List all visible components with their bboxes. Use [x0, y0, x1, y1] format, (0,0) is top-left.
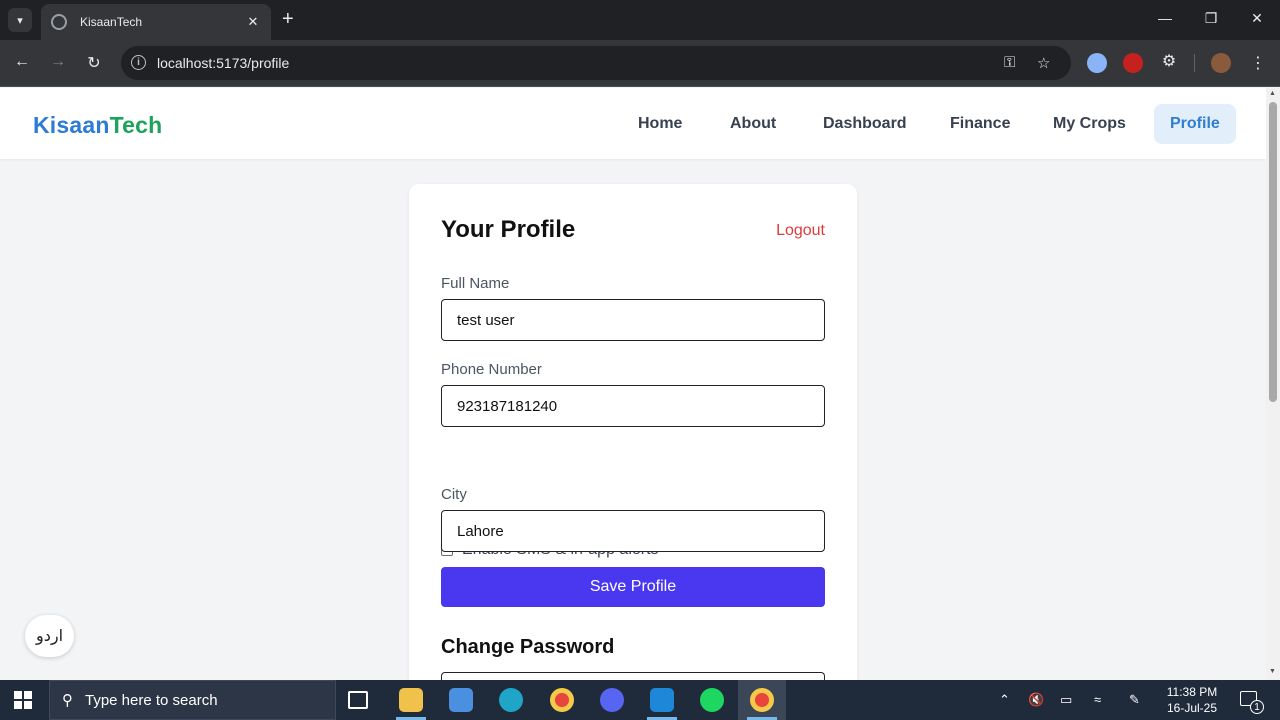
windows-start-icon[interactable]: [14, 691, 32, 709]
clock-time: 11:38 PM: [1166, 685, 1218, 699]
microsoft-store-icon[interactable]: [449, 688, 473, 712]
bookmark-star-icon[interactable]: ☆: [1037, 54, 1050, 72]
pen-icon[interactable]: ✎: [1129, 692, 1140, 708]
change-password-heading: Change Password: [441, 636, 615, 658]
browser-toolbar: ← → ↻ i localhost:5173/profile ⚿ ☆ ⚙ ⋮: [0, 40, 1280, 87]
globe-icon: [51, 14, 67, 30]
nav-my-crops[interactable]: My Crops: [1037, 104, 1142, 144]
tab-search-chevron-icon[interactable]: ▾: [8, 8, 32, 32]
scrollbar-thumb[interactable]: [1269, 102, 1277, 402]
file-explorer-icon[interactable]: [399, 688, 423, 712]
logout-link[interactable]: Logout: [776, 222, 825, 240]
nav-home[interactable]: Home: [622, 104, 698, 144]
profile-card: Your Profile Logout Full Name Phone Numb…: [409, 184, 857, 680]
full-name-input[interactable]: [441, 299, 825, 341]
battery-icon[interactable]: ▭: [1060, 692, 1072, 708]
search-icon: ⚲: [62, 692, 73, 709]
key-icon[interactable]: ⚿: [1004, 54, 1015, 71]
taskbar-search-placeholder[interactable]: Type here to search: [85, 692, 218, 709]
nav-dashboard[interactable]: Dashboard: [807, 104, 923, 144]
full-name-label: Full Name: [441, 275, 510, 292]
phone-number-label: Phone Number: [441, 361, 542, 378]
address-bar[interactable]: i localhost:5173/profile ⚿ ☆: [121, 46, 1071, 80]
more-menu-icon[interactable]: ⋮: [1248, 53, 1268, 73]
logo-part-kisaan: Kisaan: [33, 112, 110, 138]
taskbar-search-box[interactable]: ⚲ Type here to search: [49, 680, 336, 720]
city-input[interactable]: [441, 510, 825, 552]
clock-date: 16-Jul-25: [1166, 701, 1218, 715]
chrome-icon[interactable]: [550, 688, 574, 712]
extension-blocker-icon[interactable]: [1123, 53, 1143, 73]
back-arrow-icon[interactable]: ←: [12, 53, 32, 71]
wifi-icon[interactable]: ≈: [1094, 692, 1101, 707]
notification-count-badge: 1: [1250, 700, 1264, 714]
browser-tab-bar: ▾ KisaanTech ✕ + — ❐ ✕: [0, 0, 1280, 40]
taskbar-clock[interactable]: 11:38 PM 16-Jul-25: [1160, 684, 1224, 716]
spotify-icon[interactable]: [700, 688, 724, 712]
site-logo[interactable]: KisaanTech: [33, 112, 162, 139]
site-info-icon[interactable]: i: [131, 55, 146, 70]
browser-tab[interactable]: KisaanTech ✕: [41, 4, 271, 40]
show-hidden-icons-chevron-icon[interactable]: ⌃: [999, 692, 1010, 708]
url-text[interactable]: localhost:5173/profile: [157, 55, 289, 71]
nav-finance[interactable]: Finance: [934, 104, 1026, 144]
page-scrollbar[interactable]: ▲ ▼: [1266, 88, 1280, 680]
edge-browser-icon[interactable]: [499, 688, 523, 712]
extensions-puzzle-icon[interactable]: ⚙: [1159, 51, 1179, 71]
scroll-up-icon[interactable]: ▲: [1269, 90, 1276, 97]
extension-search-icon[interactable]: [1087, 53, 1107, 73]
toolbar-divider: [1194, 54, 1195, 72]
page-title: Your Profile: [441, 216, 576, 243]
language-toggle-button[interactable]: اردو: [25, 615, 74, 657]
save-profile-button[interactable]: Save Profile: [441, 567, 825, 607]
vscode-icon[interactable]: [650, 688, 674, 712]
forward-arrow-icon[interactable]: →: [48, 53, 68, 71]
new-tab-icon[interactable]: +: [282, 9, 294, 29]
city-label: City: [441, 486, 467, 503]
close-icon[interactable]: ✕: [1247, 10, 1267, 27]
password-input[interactable]: [441, 672, 825, 680]
chrome-profile-icon[interactable]: [750, 688, 774, 712]
tab-close-icon[interactable]: ✕: [245, 14, 261, 30]
restore-icon[interactable]: ❐: [1201, 10, 1221, 27]
windows-taskbar: ⚲ Type here to search ⌃ 🔇 ▭ ≈ ✎ 11:38 PM…: [0, 680, 1280, 720]
nav-about[interactable]: About: [714, 104, 792, 144]
nav-profile[interactable]: Profile: [1154, 104, 1236, 144]
profile-avatar[interactable]: [1211, 53, 1231, 73]
task-view-icon[interactable]: [348, 691, 368, 709]
scroll-down-icon[interactable]: ▼: [1269, 668, 1276, 675]
reload-icon[interactable]: ↻: [84, 53, 104, 73]
minimize-icon[interactable]: —: [1155, 10, 1175, 26]
phone-number-input[interactable]: [441, 385, 825, 427]
site-header: KisaanTech Home About Dashboard Finance …: [0, 88, 1266, 159]
discord-icon[interactable]: [600, 688, 624, 712]
logo-part-tech: Tech: [109, 112, 163, 138]
tab-title: KisaanTech: [80, 15, 143, 29]
volume-muted-icon[interactable]: 🔇: [1028, 692, 1044, 708]
page-viewport: KisaanTech Home About Dashboard Finance …: [0, 88, 1266, 680]
